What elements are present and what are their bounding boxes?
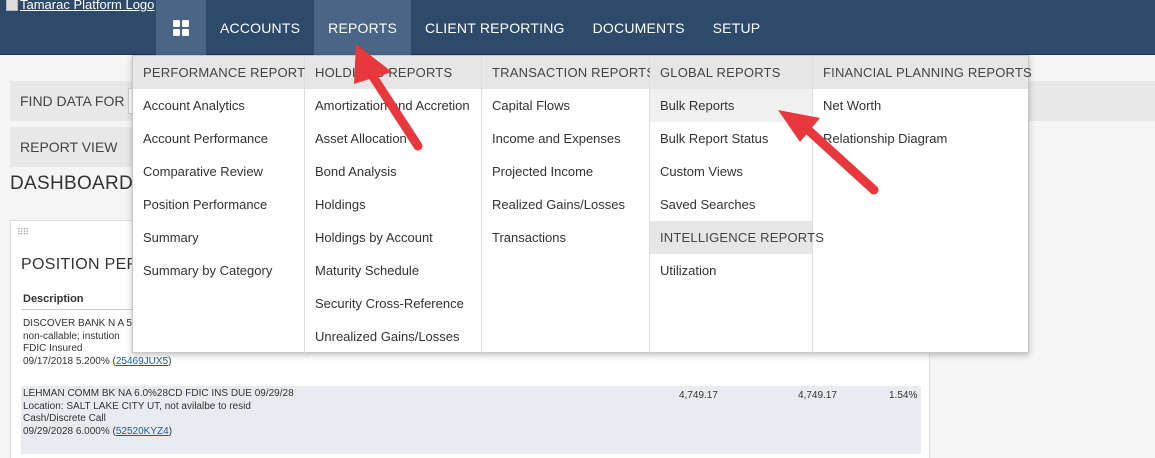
menu-item-amortization[interactable]: Amortization and Accretion <box>305 89 481 122</box>
table-row[interactable]: LEHMAN COMM BK NA 6.0%28CD FDIC INS DUE … <box>21 386 921 454</box>
transaction-reports-column: TRANSACTION REPORTS Capital Flows Income… <box>482 56 655 353</box>
menu-item-position-performance[interactable]: Position Performance <box>133 188 304 221</box>
nav-reports[interactable]: REPORTS <box>314 0 411 55</box>
menu-item-projected-income[interactable]: Projected Income <box>482 155 649 188</box>
menu-heading: HOLDINGS REPORTS <box>305 56 481 89</box>
menu-item-unrealized-gains-losses[interactable]: Unrealized Gains/Losses <box>305 320 481 353</box>
financial-planning-reports-column: FINANCIAL PLANNING REPORTS Net Worth Rel… <box>813 56 1032 353</box>
broken-image-icon <box>6 0 18 11</box>
drag-handle-icon[interactable]: ⠿⠿ <box>17 227 29 238</box>
page-title: DASHBOARD ⚙ <box>10 173 141 195</box>
menu-item-bulk-report-status[interactable]: Bulk Report Status <box>650 122 812 155</box>
nav-client-reporting[interactable]: CLIENT REPORTING <box>411 0 579 55</box>
menu-heading: GLOBAL REPORTS <box>650 56 812 89</box>
column-header-description[interactable]: Description <box>23 293 84 305</box>
menu-item-bond-analysis[interactable]: Bond Analysis <box>305 155 481 188</box>
menu-item-utilization[interactable]: Utilization <box>650 254 812 287</box>
top-navigation-bar: Tamarac Platform Logo ACCOUNTS REPORTS C… <box>0 0 1155 55</box>
menu-heading: TRANSACTION REPORTS <box>482 56 655 89</box>
reports-dropdown-menu: PERFORMANCE REPORTS Account Analytics Ac… <box>132 55 1032 353</box>
nav-documents[interactable]: DOCUMENTS <box>579 0 699 55</box>
menu-item-custom-views[interactable]: Custom Views <box>650 155 812 188</box>
holdings-reports-column: HOLDINGS REPORTS Amortization and Accret… <box>305 56 482 353</box>
menu-subheading: INTELLIGENCE REPORTS <box>650 221 824 254</box>
menu-item-asset-allocation[interactable]: Asset Allocation <box>305 122 481 155</box>
menu-item-bulk-reports[interactable]: Bulk Reports <box>650 89 812 122</box>
main-nav: ACCOUNTS REPORTS CLIENT REPORTING DOCUME… <box>156 0 774 55</box>
report-view-label: REPORT VIEW <box>20 139 118 155</box>
app-grid-button[interactable] <box>156 0 206 55</box>
menu-item-holdings-by-account[interactable]: Holdings by Account <box>305 221 481 254</box>
menu-item-account-analytics[interactable]: Account Analytics <box>133 89 304 122</box>
performance-reports-column: PERFORMANCE REPORTS Account Analytics Ac… <box>133 56 314 353</box>
find-data-label: FIND DATA FOR <box>20 93 125 109</box>
report-view-row: REPORT VIEW <box>10 127 140 167</box>
menu-item-security-cross-reference[interactable]: Security Cross-Reference <box>305 287 481 320</box>
menu-item-saved-searches[interactable]: Saved Searches <box>650 188 812 221</box>
menu-item-realized-gains-losses[interactable]: Realized Gains/Losses <box>482 188 649 221</box>
menu-item-account-performance[interactable]: Account Performance <box>133 122 304 155</box>
menu-item-summary[interactable]: Summary <box>133 221 304 254</box>
total-value: 4,749.17 <box>798 390 837 401</box>
menu-item-holdings[interactable]: Holdings <box>305 188 481 221</box>
nav-setup[interactable]: SETUP <box>699 0 775 55</box>
percent-value: 1.54% <box>889 390 918 401</box>
menu-item-net-worth[interactable]: Net Worth <box>813 89 1028 122</box>
logo-alt-text: Tamarac Platform Logo <box>20 0 155 12</box>
menu-item-maturity-schedule[interactable]: Maturity Schedule <box>305 254 481 287</box>
menu-item-comparative-review[interactable]: Comparative Review <box>133 155 304 188</box>
menu-item-relationship-diagram[interactable]: Relationship Diagram <box>813 122 1028 155</box>
platform-logo[interactable]: Tamarac Platform Logo <box>6 0 154 12</box>
menu-item-income-and-expenses[interactable]: Income and Expenses <box>482 122 649 155</box>
menu-item-summary-by-category[interactable]: Summary by Category <box>133 254 304 287</box>
panel-title: POSITION PERF <box>21 256 149 273</box>
nav-accounts[interactable]: ACCOUNTS <box>206 0 314 55</box>
global-reports-column: GLOBAL REPORTS Bulk Reports Bulk Report … <box>650 56 824 353</box>
menu-item-transactions[interactable]: Transactions <box>482 221 649 254</box>
menu-item-capital-flows[interactable]: Capital Flows <box>482 89 649 122</box>
menu-heading: FINANCIAL PLANNING REPORTS <box>813 56 1032 89</box>
cusip-link[interactable]: 25469JUX5 <box>116 356 168 367</box>
grid-icon <box>173 19 189 36</box>
menu-heading: PERFORMANCE REPORTS <box>133 56 314 89</box>
market-value: 4,749.17 <box>679 390 718 401</box>
cusip-link[interactable]: 52520KYZ4 <box>116 426 169 437</box>
